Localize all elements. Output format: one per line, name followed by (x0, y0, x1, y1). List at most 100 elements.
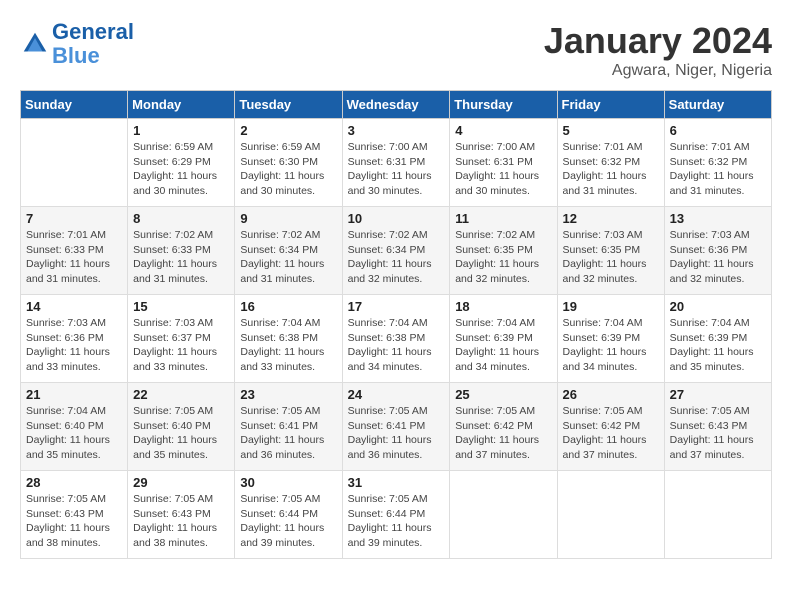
day-info: Sunrise: 7:05 AM Sunset: 6:41 PM Dayligh… (240, 404, 336, 463)
week-row-5: 28 Sunrise: 7:05 AM Sunset: 6:43 PM Dayli… (21, 471, 772, 559)
calendar-cell (21, 119, 128, 207)
calendar-cell: 26 Sunrise: 7:05 AM Sunset: 6:42 PM Dayli… (557, 383, 664, 471)
day-info: Sunrise: 7:04 AM Sunset: 6:38 PM Dayligh… (240, 316, 336, 375)
calendar-cell: 30Sunrise: 7:05 AM Sunset: 6:44 PM Dayli… (235, 471, 342, 559)
week-row-2: 7 Sunrise: 7:01 AM Sunset: 6:33 PM Daylig… (21, 207, 772, 295)
calendar-cell: 15Sunrise: 7:03 AM Sunset: 6:37 PM Dayli… (128, 295, 235, 383)
day-number: 20 (670, 299, 766, 314)
day-number: 8 (133, 211, 229, 226)
day-info: Sunrise: 7:02 AM Sunset: 6:35 PM Dayligh… (455, 228, 551, 287)
calendar-cell: 27 Sunrise: 7:05 AM Sunset: 6:43 PM Dayli… (664, 383, 771, 471)
calendar-cell: 3Sunrise: 7:00 AM Sunset: 6:31 PM Daylig… (342, 119, 450, 207)
logo: General Blue (20, 20, 134, 68)
location: Agwara, Niger, Nigeria (544, 62, 772, 80)
calendar-cell: 10Sunrise: 7:02 AM Sunset: 6:34 PM Dayli… (342, 207, 450, 295)
day-info: Sunrise: 7:03 AM Sunset: 6:35 PM Dayligh… (563, 228, 659, 287)
calendar-cell: 5 Sunrise: 7:01 AM Sunset: 6:32 PM Daylig… (557, 119, 664, 207)
calendar-cell: 2 Sunrise: 6:59 AM Sunset: 6:30 PM Daylig… (235, 119, 342, 207)
day-number: 25 (455, 387, 551, 402)
day-number: 31 (348, 475, 445, 490)
day-info: Sunrise: 7:05 AM Sunset: 6:44 PM Dayligh… (348, 492, 445, 551)
day-number: 26 (563, 387, 659, 402)
day-number: 5 (563, 123, 659, 138)
week-row-4: 21 Sunrise: 7:04 AM Sunset: 6:40 PM Dayli… (21, 383, 772, 471)
day-info: Sunrise: 7:04 AM Sunset: 6:40 PM Dayligh… (26, 404, 122, 463)
day-number: 22 (133, 387, 229, 402)
day-number: 11 (455, 211, 551, 226)
col-header-monday: Monday (128, 91, 235, 119)
calendar-cell: 24Sunrise: 7:05 AM Sunset: 6:41 PM Dayli… (342, 383, 450, 471)
calendar-cell: 23 Sunrise: 7:05 AM Sunset: 6:41 PM Dayli… (235, 383, 342, 471)
day-info: Sunrise: 7:01 AM Sunset: 6:32 PM Dayligh… (670, 140, 766, 199)
day-number: 1 (133, 123, 229, 138)
month-title: January 2024 (544, 20, 772, 62)
day-info: Sunrise: 7:04 AM Sunset: 6:39 PM Dayligh… (670, 316, 766, 375)
calendar-cell: 17Sunrise: 7:04 AM Sunset: 6:38 PM Dayli… (342, 295, 450, 383)
day-number: 21 (26, 387, 122, 402)
day-number: 9 (240, 211, 336, 226)
calendar-cell (450, 471, 557, 559)
day-info: Sunrise: 7:01 AM Sunset: 6:32 PM Dayligh… (563, 140, 659, 199)
calendar-cell: 7 Sunrise: 7:01 AM Sunset: 6:33 PM Daylig… (21, 207, 128, 295)
logo-icon (20, 29, 50, 59)
day-number: 3 (348, 123, 445, 138)
calendar-cell: 4 Sunrise: 7:00 AM Sunset: 6:31 PM Daylig… (450, 119, 557, 207)
calendar-cell: 16 Sunrise: 7:04 AM Sunset: 6:38 PM Dayli… (235, 295, 342, 383)
day-info: Sunrise: 7:05 AM Sunset: 6:42 PM Dayligh… (455, 404, 551, 463)
day-info: Sunrise: 6:59 AM Sunset: 6:30 PM Dayligh… (240, 140, 336, 199)
calendar-cell: 21 Sunrise: 7:04 AM Sunset: 6:40 PM Dayli… (21, 383, 128, 471)
calendar-cell: 31 Sunrise: 7:05 AM Sunset: 6:44 PM Dayli… (342, 471, 450, 559)
day-number: 28 (26, 475, 122, 490)
day-info: Sunrise: 7:05 AM Sunset: 6:43 PM Dayligh… (133, 492, 229, 551)
calendar-cell: 20 Sunrise: 7:04 AM Sunset: 6:39 PM Dayli… (664, 295, 771, 383)
title-area: January 2024 Agwara, Niger, Nigeria (544, 20, 772, 80)
day-info: Sunrise: 7:03 AM Sunset: 6:37 PM Dayligh… (133, 316, 229, 375)
day-info: Sunrise: 7:05 AM Sunset: 6:43 PM Dayligh… (670, 404, 766, 463)
calendar-cell: 18Sunrise: 7:04 AM Sunset: 6:39 PM Dayli… (450, 295, 557, 383)
day-info: Sunrise: 7:03 AM Sunset: 6:36 PM Dayligh… (670, 228, 766, 287)
week-row-1: 1Sunrise: 6:59 AM Sunset: 6:29 PM Daylig… (21, 119, 772, 207)
calendar-cell: 1Sunrise: 6:59 AM Sunset: 6:29 PM Daylig… (128, 119, 235, 207)
day-info: Sunrise: 7:02 AM Sunset: 6:34 PM Dayligh… (240, 228, 336, 287)
calendar-cell (557, 471, 664, 559)
logo-text: General Blue (52, 20, 134, 68)
col-header-wednesday: Wednesday (342, 91, 450, 119)
day-info: Sunrise: 7:04 AM Sunset: 6:38 PM Dayligh… (348, 316, 445, 375)
day-number: 19 (563, 299, 659, 314)
day-info: Sunrise: 7:02 AM Sunset: 6:34 PM Dayligh… (348, 228, 445, 287)
day-info: Sunrise: 7:00 AM Sunset: 6:31 PM Dayligh… (455, 140, 551, 199)
col-header-tuesday: Tuesday (235, 91, 342, 119)
day-number: 18 (455, 299, 551, 314)
calendar-cell (664, 471, 771, 559)
day-number: 16 (240, 299, 336, 314)
day-number: 13 (670, 211, 766, 226)
day-number: 12 (563, 211, 659, 226)
calendar-cell: 12 Sunrise: 7:03 AM Sunset: 6:35 PM Dayli… (557, 207, 664, 295)
day-info: Sunrise: 7:05 AM Sunset: 6:44 PM Dayligh… (240, 492, 336, 551)
calendar-cell: 25 Sunrise: 7:05 AM Sunset: 6:42 PM Dayli… (450, 383, 557, 471)
day-info: Sunrise: 7:05 AM Sunset: 6:41 PM Dayligh… (348, 404, 445, 463)
col-header-saturday: Saturday (664, 91, 771, 119)
col-header-thursday: Thursday (450, 91, 557, 119)
day-number: 7 (26, 211, 122, 226)
day-info: Sunrise: 7:05 AM Sunset: 6:40 PM Dayligh… (133, 404, 229, 463)
day-info: Sunrise: 7:05 AM Sunset: 6:42 PM Dayligh… (563, 404, 659, 463)
day-number: 23 (240, 387, 336, 402)
calendar-cell: 11 Sunrise: 7:02 AM Sunset: 6:35 PM Dayli… (450, 207, 557, 295)
calendar-cell: 9 Sunrise: 7:02 AM Sunset: 6:34 PM Daylig… (235, 207, 342, 295)
day-number: 4 (455, 123, 551, 138)
header-row: SundayMondayTuesdayWednesdayThursdayFrid… (21, 91, 772, 119)
day-number: 6 (670, 123, 766, 138)
calendar-cell: 19 Sunrise: 7:04 AM Sunset: 6:39 PM Dayli… (557, 295, 664, 383)
calendar-cell: 28Sunrise: 7:05 AM Sunset: 6:43 PM Dayli… (21, 471, 128, 559)
day-number: 2 (240, 123, 336, 138)
calendar-cell: 22 Sunrise: 7:05 AM Sunset: 6:40 PM Dayli… (128, 383, 235, 471)
day-number: 14 (26, 299, 122, 314)
col-header-friday: Friday (557, 91, 664, 119)
day-info: Sunrise: 7:03 AM Sunset: 6:36 PM Dayligh… (26, 316, 122, 375)
calendar-cell: 13 Sunrise: 7:03 AM Sunset: 6:36 PM Dayli… (664, 207, 771, 295)
calendar-cell: 14 Sunrise: 7:03 AM Sunset: 6:36 PM Dayli… (21, 295, 128, 383)
day-number: 27 (670, 387, 766, 402)
day-info: Sunrise: 7:04 AM Sunset: 6:39 PM Dayligh… (563, 316, 659, 375)
day-info: Sunrise: 7:01 AM Sunset: 6:33 PM Dayligh… (26, 228, 122, 287)
